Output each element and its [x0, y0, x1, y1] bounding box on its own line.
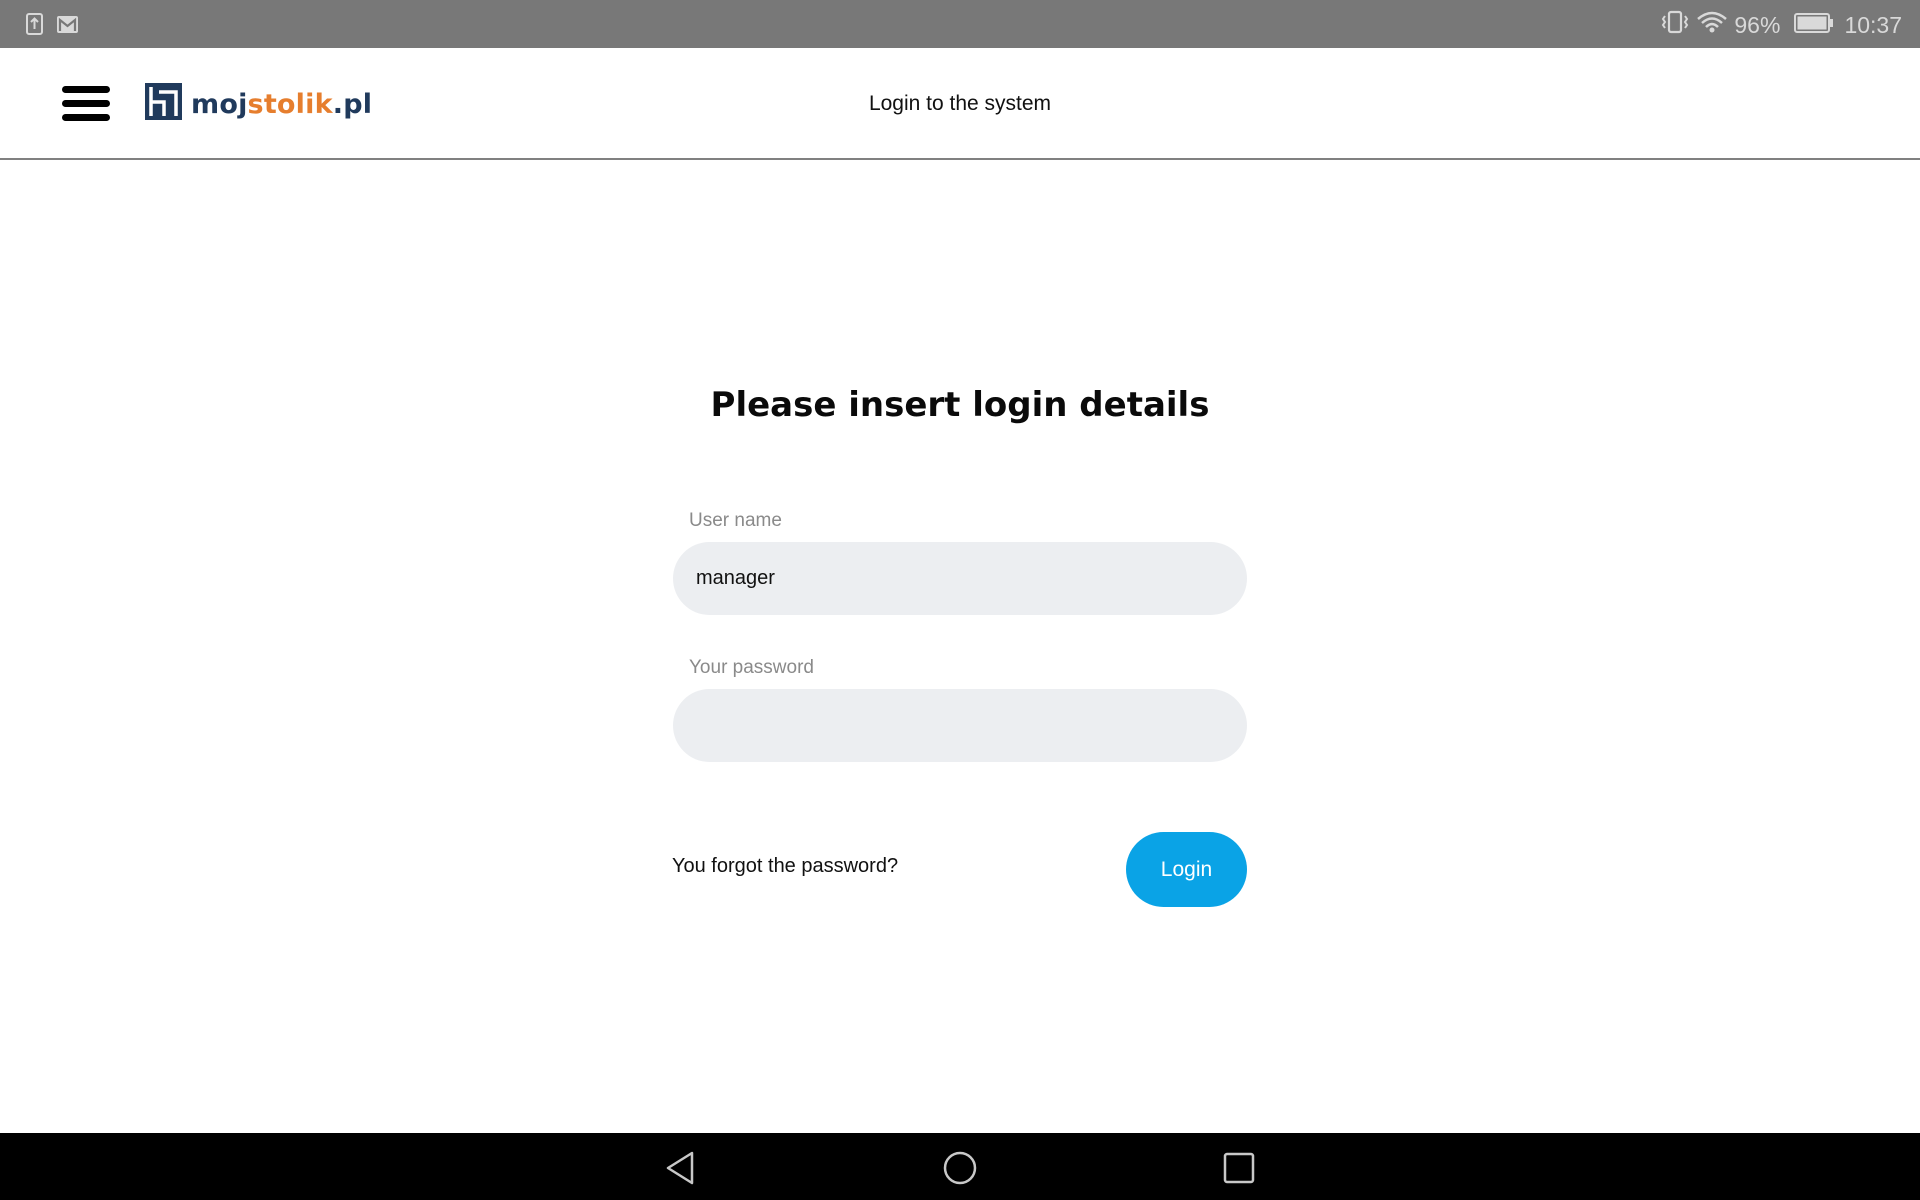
clock: 10:37 [1844, 11, 1902, 38]
status-bar-left [26, 13, 78, 40]
battery-percent: 96% [1734, 11, 1781, 38]
forgot-password-link[interactable]: You forgot the password? [672, 855, 898, 878]
status-bar: 96% 10:37 [0, 0, 1920, 48]
upload-notification-icon [26, 13, 43, 40]
header-title: Login to the system [868, 92, 1052, 115]
username-label: User name [689, 510, 782, 531]
wifi-icon [1696, 10, 1728, 40]
login-button[interactable]: Login [1126, 832, 1247, 907]
recents-icon[interactable] [1214, 1143, 1264, 1193]
navigation-bar [0, 1133, 1920, 1200]
back-icon[interactable] [655, 1143, 705, 1193]
status-bar-right: 96% 10:37 [1660, 10, 1902, 40]
page-title: Please insert login details [710, 385, 1210, 425]
password-label: Your password [689, 657, 814, 678]
password-input[interactable] [673, 689, 1247, 762]
battery-icon [1794, 12, 1834, 39]
home-icon[interactable] [935, 1143, 985, 1193]
gmail-icon [57, 15, 78, 38]
vibrate-icon [1660, 10, 1690, 40]
app-header: mojstolik.pl Login to the system [0, 48, 1920, 160]
username-input[interactable] [673, 542, 1247, 615]
